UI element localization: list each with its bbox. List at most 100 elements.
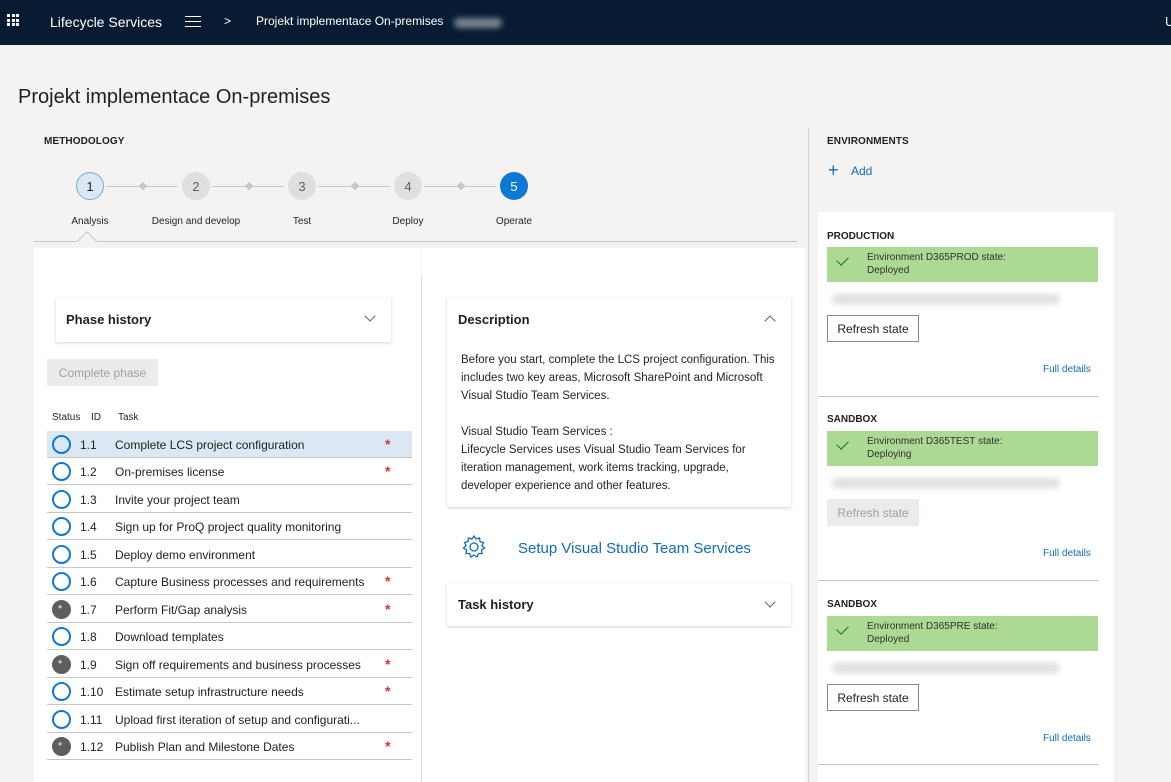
status-open-icon[interactable] xyxy=(52,462,71,481)
required-marker-icon: * xyxy=(385,738,391,754)
full-details-link[interactable]: Full details xyxy=(1043,733,1091,744)
task-id: 1.4 xyxy=(80,520,97,534)
task-name[interactable]: On-premises license xyxy=(115,465,385,479)
step-label: Design and develop xyxy=(151,216,241,227)
environments-divider xyxy=(808,128,809,782)
task-name[interactable]: Deploy demo environment xyxy=(115,548,385,562)
status-open-icon[interactable] xyxy=(52,682,71,701)
step-connector-dot xyxy=(456,181,466,191)
chevron-down-icon[interactable] xyxy=(364,310,376,322)
task-name[interactable]: Invite your project team xyxy=(115,493,385,507)
task-row[interactable]: 1.2 On-premises license * xyxy=(47,458,412,485)
status-in-progress-icon[interactable] xyxy=(52,655,71,674)
full-details-link[interactable]: Full details xyxy=(1043,548,1091,559)
redacted-text xyxy=(832,294,1060,304)
task-row[interactable]: 1.9 Sign off requirements and business p… xyxy=(47,651,412,678)
status-open-icon[interactable] xyxy=(52,627,71,646)
gear-icon[interactable] xyxy=(460,533,488,561)
user-initial[interactable]: U xyxy=(1165,14,1171,29)
required-marker-icon: * xyxy=(385,683,391,699)
task-id: 1.12 xyxy=(80,740,104,754)
status-state: Deployed xyxy=(867,265,910,276)
phase-history-card[interactable]: Phase history xyxy=(56,297,391,342)
status-open-icon[interactable] xyxy=(52,490,71,509)
status-open-icon[interactable] xyxy=(52,435,71,454)
task-row[interactable]: 1.6 Capture Business processes and requi… xyxy=(47,568,412,595)
task-row[interactable]: 1.3 Invite your project team xyxy=(47,486,412,513)
required-marker-icon: * xyxy=(385,463,391,479)
task-name[interactable]: Sign up for ProQ project quality monitor… xyxy=(115,520,385,534)
task-name[interactable]: Perform Fit/Gap analysis xyxy=(115,603,385,617)
step-1-analysis[interactable]: 1 xyxy=(76,172,104,200)
description-subheading: Visual Studio Team Services : xyxy=(461,426,613,438)
add-environment-button[interactable]: Add xyxy=(851,164,872,178)
environment-status: Environment D365PRE state: Deployed xyxy=(827,616,1098,651)
task-row[interactable]: 1.4 Sign up for ProQ project quality mon… xyxy=(47,513,412,540)
step-label: Test xyxy=(292,216,312,227)
step-2-design[interactable]: 2 xyxy=(182,172,210,200)
step-label: Analysis xyxy=(71,216,109,227)
required-marker-icon: * xyxy=(385,573,391,589)
step-3-test[interactable]: 3 xyxy=(288,172,316,200)
description-title: Description xyxy=(458,312,530,327)
status-line: Environment D365PROD state: xyxy=(867,252,1006,263)
complete-phase-button[interactable]: Complete phase xyxy=(47,359,158,386)
app-launcher-icon[interactable] xyxy=(7,14,19,26)
column-header-task: Task xyxy=(118,412,139,423)
task-history-card[interactable]: Task history xyxy=(447,584,791,626)
task-id: 1.6 xyxy=(80,575,97,589)
status-open-icon[interactable] xyxy=(52,572,71,591)
hamburger-menu-icon[interactable] xyxy=(185,16,201,27)
breadcrumb-project[interactable]: Projekt implementace On-premises xyxy=(256,14,443,28)
step-connector-dot xyxy=(138,181,148,191)
task-row[interactable]: 1.7 Perform Fit/Gap analysis * xyxy=(47,596,412,623)
checkmark-icon xyxy=(836,253,849,266)
task-row[interactable]: 1.11 Upload first iteration of setup and… xyxy=(47,706,412,733)
status-open-icon[interactable] xyxy=(52,710,71,729)
redacted-text xyxy=(832,663,1060,673)
step-label: Deploy xyxy=(392,216,424,227)
task-row[interactable]: 1.8 Download templates xyxy=(47,623,412,650)
step-4-deploy[interactable]: 4 xyxy=(394,172,422,200)
task-name[interactable]: Upload first iteration of setup and conf… xyxy=(115,713,385,727)
task-name[interactable]: Capture Business processes and requireme… xyxy=(115,575,385,589)
task-row[interactable]: 1.12 Publish Plan and Milestone Dates * xyxy=(47,733,412,760)
checkmark-icon xyxy=(836,622,849,635)
status-line: Environment D365TEST state: xyxy=(867,436,1003,447)
task-history-title: Task history xyxy=(458,597,534,612)
task-name[interactable]: Download templates xyxy=(115,630,385,644)
step-connector-dot xyxy=(350,181,360,191)
task-name[interactable]: Sign off requirements and business proce… xyxy=(115,658,385,672)
setup-vsts-link[interactable]: Setup Visual Studio Team Services xyxy=(518,540,751,557)
add-icon[interactable]: + xyxy=(828,161,839,179)
task-id: 1.11 xyxy=(80,713,103,727)
task-name[interactable]: Complete LCS project configuration xyxy=(115,438,385,452)
environments-heading: ENVIRONMENTS xyxy=(827,136,909,147)
environment-type: SANDBOX xyxy=(827,414,878,425)
top-bar: Lifecycle Services > Projekt implementac… xyxy=(0,0,1171,45)
column-header-status: Status xyxy=(52,412,81,423)
chevron-down-icon[interactable] xyxy=(764,596,776,608)
status-in-progress-icon[interactable] xyxy=(52,600,71,619)
environment-type: PRODUCTION xyxy=(827,231,895,242)
chevron-up-icon[interactable] xyxy=(764,315,776,327)
task-name[interactable]: Estimate setup infrastructure needs xyxy=(115,685,385,699)
status-open-icon[interactable] xyxy=(52,517,71,536)
environment-status: Environment D365TEST state: Deploying xyxy=(827,431,1098,466)
task-id: 1.9 xyxy=(80,658,97,672)
status-open-icon[interactable] xyxy=(52,545,71,564)
app-name[interactable]: Lifecycle Services xyxy=(50,14,162,30)
status-in-progress-icon[interactable] xyxy=(52,737,71,756)
refresh-state-button[interactable]: Refresh state xyxy=(827,315,919,342)
task-name[interactable]: Publish Plan and Milestone Dates xyxy=(115,740,385,754)
task-row[interactable]: 1.10 Estimate setup infrastructure needs… xyxy=(47,678,412,705)
redacted-text xyxy=(454,18,502,28)
task-row[interactable]: 1.5 Deploy demo environment xyxy=(47,541,412,568)
refresh-state-button[interactable]: Refresh state xyxy=(827,499,919,526)
full-details-link[interactable]: Full details xyxy=(1043,364,1091,375)
divider xyxy=(818,396,1099,397)
step-connector-dot xyxy=(244,181,254,191)
task-row[interactable]: 1.1 Complete LCS project configuration * xyxy=(47,431,412,458)
step-5-operate[interactable]: 5 xyxy=(500,172,528,200)
refresh-state-button[interactable]: Refresh state xyxy=(827,684,919,711)
